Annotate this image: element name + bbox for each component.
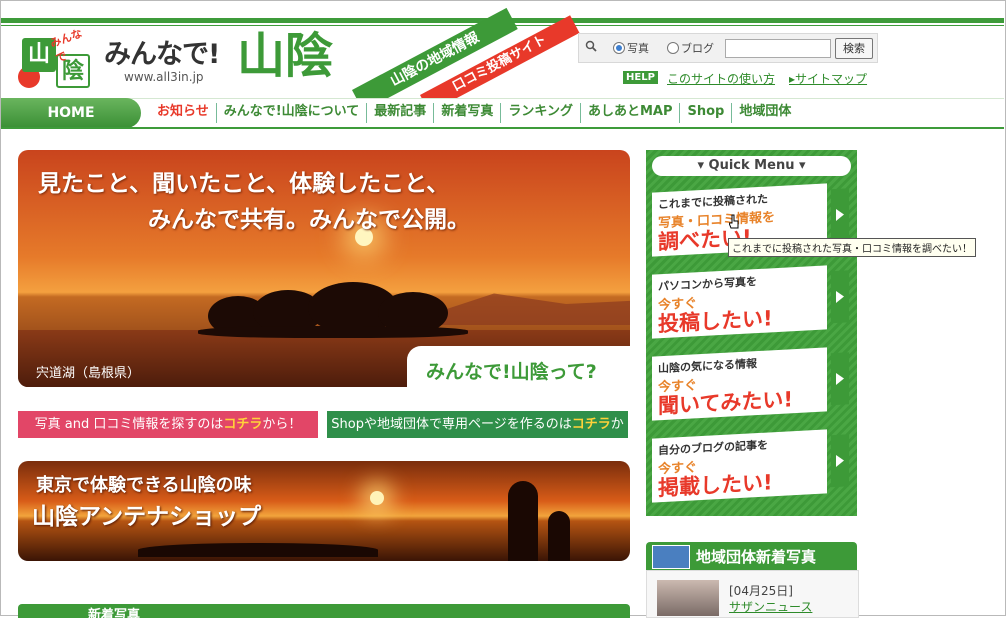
hero-caption: 宍道湖（島根県） [36,366,141,381]
nav-home[interactable]: HOME [1,98,141,128]
site-name: みんなで! [104,39,220,70]
antenna-island [138,543,378,557]
create-page-button[interactable]: Shopや地域団体で専用ページを作るのはコチラから！ [327,411,628,459]
about-tab-label: みんなで!山陰って? [426,361,597,383]
chevron-right-icon [831,270,849,324]
radio-photo[interactable] [613,42,625,54]
search-photos-button[interactable]: 写真 and 口コミ情報を探すのはコチラから！ [18,411,318,438]
quick-menu-post-small: パソコンから写真を [658,275,757,294]
region-photos-header: 地域団体新着写真 [646,542,857,570]
nav-item-ranking[interactable]: ランキング [500,103,580,123]
hero-headline-1: 見たこと、聞いたこと、体験したこと、 [38,171,450,197]
antenna-silhouette-2 [548,511,570,561]
hand-cursor-icon [729,214,739,229]
nav-item-footprint-map[interactable]: あしあとMAP [579,103,680,123]
chevron-right-icon [831,434,849,488]
quick-menu-ask-small: 山陰の気になる情報 [658,357,757,376]
quick-menu-blog-small: 自分のブログの記事を [658,438,768,458]
sitemap-link[interactable]: ▸サイトマップ [789,70,867,87]
quick-menu-post[interactable]: パソコンから写真を 今すぐ 投稿したい! [652,265,849,339]
tooltip: これまでに投稿された写真・口コミ情報を調べたい！ [728,238,976,257]
search-photos-suffix: から！ [262,417,302,432]
search-photos-text: 写真 and 口コミ情報を探すのは [34,417,224,432]
region-photo-thumbnail[interactable] [657,580,719,616]
quick-menu-blog-big: 掲載したい! [658,470,773,501]
create-page-here: コチラ [571,417,611,432]
hero-island [198,278,468,338]
antenna-sun [370,491,384,505]
radio-photo-label: 写真 [627,42,649,55]
nav-item-shop[interactable]: Shop [679,103,731,123]
search-input[interactable] [725,39,831,58]
sitemap-link-label: サイトマップ [795,72,868,86]
site-url: www.all3in.jp [124,70,204,84]
region-photo-date: [04月25日] [729,584,793,598]
region-photo-link[interactable]: サザンニュース [729,598,812,615]
quick-menu-title: ▾ Quick Menu ▾ [652,156,851,176]
quick-menu-post-big: 投稿したい! [658,306,773,337]
create-page-text: Shopや地域団体で専用ページを作るのは [331,417,572,432]
region-header-image [652,545,690,569]
chevron-right-icon [831,188,849,242]
antenna-subtitle: 東京で体験できる山陰の味 [36,475,252,496]
search-box: 写真 ブログ 検索 [578,33,878,63]
search-icon [585,40,597,52]
antenna-silhouette-1 [508,481,538,561]
chevron-right-icon [831,352,849,406]
nav-item-new-photos[interactable]: 新着写真 [433,103,500,123]
nav-items: お知らせ みんなで!山陰について 最新記事 新着写真 ランキング あしあとMAP… [150,103,798,123]
nav-item-groups[interactable]: 地域団体 [731,103,798,123]
help-badge: HELP [623,71,658,84]
quick-menu-ask[interactable]: 山陰の気になる情報 今すぐ 聞いてみたい! [652,347,849,421]
site-logo[interactable]: 山 陰 みんなで [18,27,94,90]
new-photos-heading: 新着写真 [88,608,141,623]
search-button[interactable]: 検索 [835,38,873,59]
quick-menu-blog[interactable]: 自分のブログの記事を 今すぐ 掲載したい! [652,429,849,503]
usage-link[interactable]: このサイトの使い方 [667,70,775,87]
nav-item-latest-articles[interactable]: 最新記事 [366,103,433,123]
nav-bottom-line [1,127,1004,129]
antenna-title: 山陰アンテナショップ [32,504,262,530]
nav-item-news[interactable]: お知らせ [150,103,216,123]
radio-blog-label: ブログ [681,42,714,55]
hero-headline-2: みんなで共有。みんなで公開。 [148,207,470,233]
quick-menu-title-label: Quick Menu [708,158,795,173]
radio-blog[interactable] [667,42,679,54]
region-photos-heading: 地域団体新着写真 [696,548,817,566]
antenna-shop-banner[interactable]: 東京で体験できる山陰の味 山陰アンテナショップ [18,461,630,561]
quick-menu-ask-big: 聞いてみたい! [658,387,793,419]
nav-item-about[interactable]: みんなで!山陰について [215,103,367,123]
site-name-big: 山陰 [237,28,334,84]
search-photos-here: コチラ [223,417,263,432]
quick-menu: ▾ Quick Menu ▾ これまでに投稿された 写真・口コミ情報を 調べたい… [646,150,857,516]
